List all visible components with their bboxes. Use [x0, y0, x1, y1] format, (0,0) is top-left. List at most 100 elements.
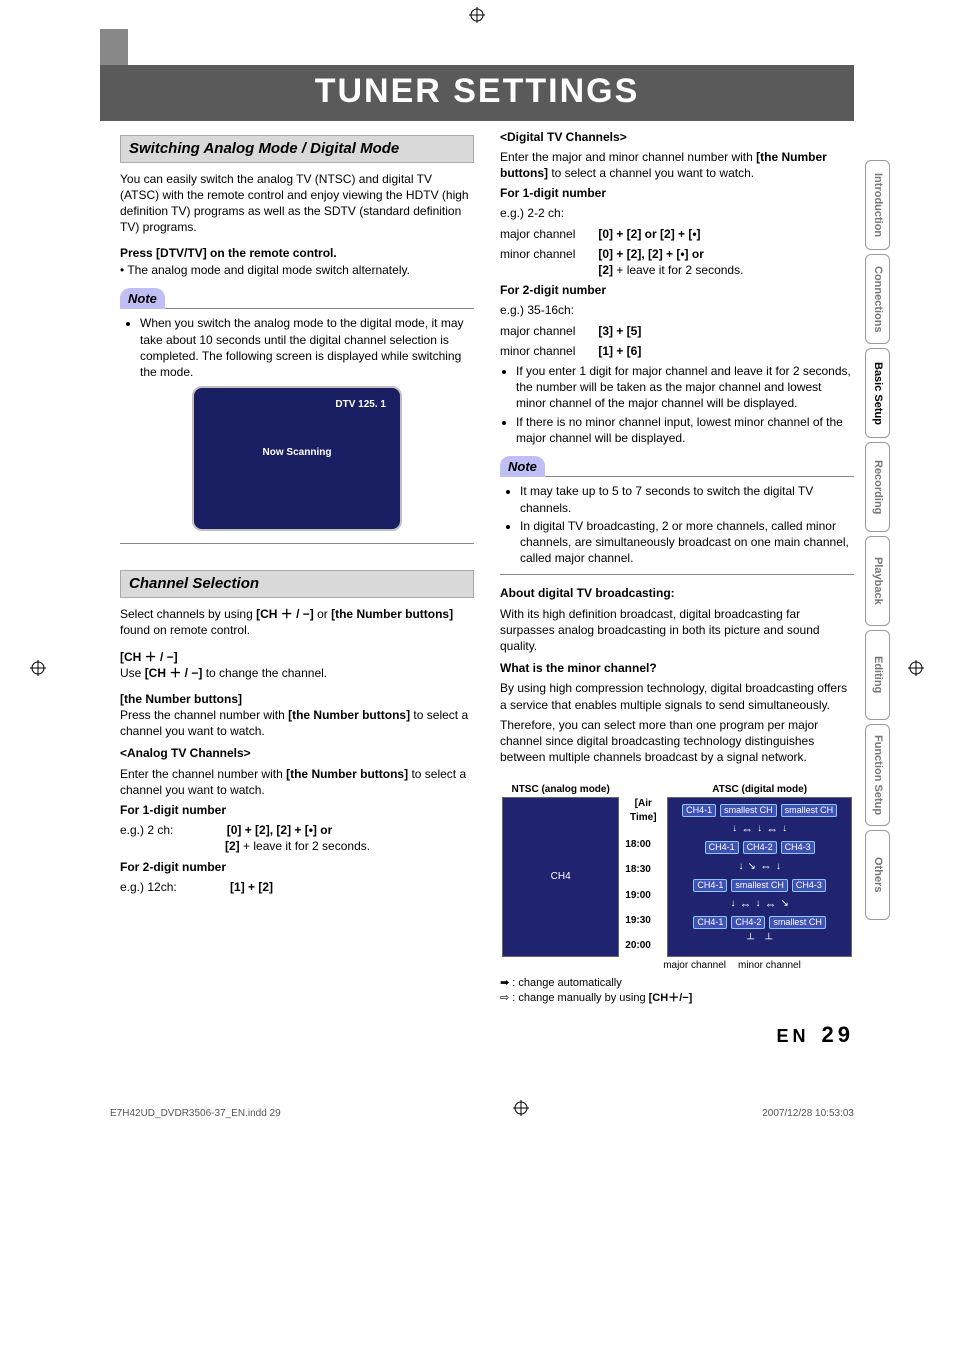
digital-intro: Enter the major and minor channel number… [500, 149, 854, 181]
chip-smallest: smallest CH [720, 804, 777, 817]
page-title: TUNER SETTINGS [100, 65, 854, 121]
ch-plus-minus-label: [CH ＋ / −] [120, 650, 178, 664]
note-2-b1: It may take up to 5 to 7 seconds to swit… [520, 483, 850, 515]
switching-intro: You can easily switch the analog TV (NTS… [120, 171, 474, 236]
analog-intro: Enter the channel number with [the Numbe… [120, 766, 474, 798]
tab-recording[interactable]: Recording [865, 442, 890, 532]
arrow-lr-icon [764, 896, 776, 913]
register-mark-icon [908, 660, 924, 676]
arrow-lr-icon [766, 821, 778, 838]
left-column: Switching Analog Mode / Digital Mode You… [120, 125, 474, 1010]
footer-left: E7H42UD_DVDR3506-37_EN.indd 29 [110, 1107, 281, 1121]
note-box-2: It may take up to 5 to 7 seconds to swit… [500, 476, 854, 575]
arrow-lr-icon [741, 821, 753, 838]
register-mark-icon [513, 1100, 529, 1116]
chip-ch43: CH4-3 [781, 841, 815, 854]
channel-diagram: NTSC (analog mode) CH4 [Air Time] 18:00 … [500, 783, 854, 957]
digital-for1: For 1-digit number [500, 185, 854, 201]
crop-mark-right [908, 660, 924, 680]
digital-major2: major channel [3] + [5] [500, 323, 854, 339]
chip-smallest: smallest CH [731, 879, 788, 892]
register-mark-icon [30, 660, 46, 676]
footer: E7H42UD_DVDR3506-37_EN.indd 29 2007/12/2… [0, 1050, 954, 1131]
digital-bullet-2: If there is no minor channel input, lowe… [516, 414, 854, 446]
time-1: 18:30 [625, 863, 661, 877]
note-1-text: When you switch the analog mode to the d… [140, 315, 470, 380]
chip-ch43: CH4-3 [792, 879, 826, 892]
analog-eg2: e.g.) 12ch: [1] + [2] [120, 879, 474, 895]
digital-minor2: minor channel [1] + [6] [500, 343, 854, 359]
arrow-down-icon: ↓ [732, 822, 737, 836]
register-mark-icon [469, 7, 485, 23]
digital-bullet-1: If you enter 1 digit for major channel a… [516, 363, 854, 412]
section-switching-heading: Switching Analog Mode / Digital Mode [120, 135, 474, 163]
digital-channels-head: <Digital TV Channels> [500, 129, 854, 145]
note-2-b2: In digital TV broadcasting, 2 or more ch… [520, 518, 850, 567]
legend: ➡ : change automatically ⇨ : change manu… [500, 972, 854, 1010]
channel-intro: Select channels by using [CH ＋ / −] or [… [120, 606, 474, 638]
tv-channel-label: DTV 125. 1 [335, 398, 386, 412]
number-buttons-body: Press the channel number with [the Numbe… [120, 708, 468, 738]
diagram-captions: major channel minor channel [500, 957, 854, 973]
tv-preview: DTV 125. 1 Now Scanning [192, 386, 402, 531]
about-body: With its high definition broadcast, digi… [500, 606, 854, 655]
chip-ch41: CH4-1 [693, 916, 727, 929]
press-detail: • The analog mode and digital mode switc… [120, 263, 410, 277]
arrow-right-filled-icon: ➡ [500, 977, 509, 989]
time-2: 19:00 [625, 889, 661, 903]
tab-editing[interactable]: Editing [865, 630, 890, 720]
analog-eg1: e.g.) 2 ch: [0] + [2], [2] + [•] or [2] … [120, 822, 474, 854]
minor-head: What is the minor channel? [500, 660, 854, 676]
minor-body-2: Therefore, you can select more than one … [500, 717, 854, 766]
section-channel-heading: Channel Selection [120, 570, 474, 598]
digital-minor: minor channel [0] + [2], [2] + [•] or [2… [500, 246, 854, 278]
chip-ch42: CH4-2 [743, 841, 777, 854]
tab-function-setup[interactable]: Function Setup [865, 724, 890, 826]
time-4: 20:00 [625, 939, 661, 953]
digital-eg1-label: e.g.) 2-2 ch: [500, 205, 854, 221]
chip-smallest: smallest CH [769, 916, 826, 929]
side-tabs: Introduction Connections Basic Setup Rec… [865, 160, 890, 920]
arrow-lr-icon [739, 896, 751, 913]
legend-auto: : change automatically [509, 977, 622, 989]
note-box-1: When you switch the analog mode to the d… [120, 308, 474, 544]
chip-ch41: CH4-1 [682, 804, 716, 817]
tab-playback[interactable]: Playback [865, 536, 890, 626]
right-column: <Digital TV Channels> Enter the major an… [500, 125, 854, 1010]
chip-ch41: CH4-1 [693, 879, 727, 892]
digital-major: major channel [0] + [2] or [2] + [•] [500, 226, 854, 242]
digital-bullets: If you enter 1 digit for major channel a… [500, 363, 854, 446]
note-heading-2: Note [500, 456, 545, 478]
caption-minor: minor channel [732, 959, 848, 973]
tab-others[interactable]: Others [865, 830, 890, 920]
arrow-lr-icon [760, 858, 772, 875]
crop-mark-top [0, 0, 954, 29]
analog-channels-head: <Analog TV Channels> [120, 745, 474, 761]
chip-ch42: CH4-2 [731, 916, 765, 929]
chip-smallest: smallest CH [781, 804, 838, 817]
tab-introduction[interactable]: Introduction [865, 160, 890, 250]
tab-basic-setup[interactable]: Basic Setup [865, 348, 890, 438]
minor-body-1: By using high compression technology, di… [500, 680, 854, 712]
legend-manual: : change manually by using [CH＋/−] [509, 992, 692, 1004]
ch4-label: CH4 [551, 870, 571, 884]
note-heading-1: Note [120, 288, 165, 310]
crop-mark-left [30, 660, 46, 680]
tab-connections[interactable]: Connections [865, 254, 890, 344]
analog-for1: For 1-digit number [120, 802, 474, 818]
footer-right: 2007/12/28 10:53:03 [762, 1107, 854, 1121]
ntsc-head: NTSC (analog mode) [500, 783, 621, 797]
arrow-right-open-icon: ⇨ [500, 992, 509, 1004]
caption-major: major channel [616, 959, 732, 973]
chip-ch41: CH4-1 [705, 841, 739, 854]
airtime-head: [Air Time] [625, 797, 661, 826]
number-buttons-label: [the Number buttons] [120, 692, 242, 706]
time-0: 18:00 [625, 838, 661, 852]
atsc-head: ATSC (digital mode) [665, 783, 854, 797]
ch-plus-minus-body: Use [CH ＋ / −] to change the channel. [120, 666, 327, 680]
page-number: EN29 [777, 1022, 855, 1047]
crop-mark-bottom [513, 1100, 529, 1121]
analog-for2: For 2-digit number [120, 859, 474, 875]
about-head: About digital TV broadcasting: [500, 585, 854, 601]
time-3: 19:30 [625, 914, 661, 928]
